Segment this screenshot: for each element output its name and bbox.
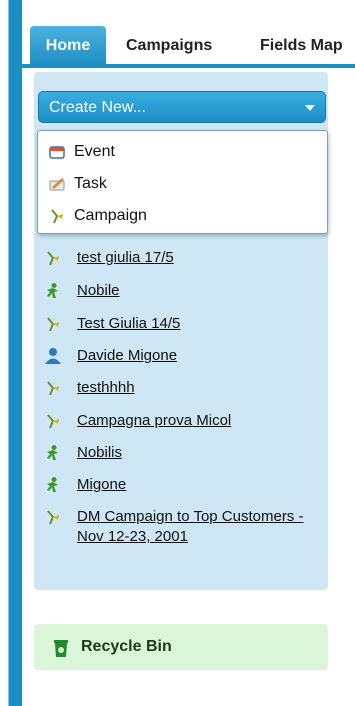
menu-item-label: Campaign [74,207,147,224]
create-new-label: Create New... [49,99,146,116]
sidebar-content: Home Campaigns Fields Map Create New... … [22,0,355,706]
recent-item-link[interactable]: DM Campaign to Top Customers - Nov 12-23… [77,507,313,547]
tab-home[interactable]: Home [30,26,106,66]
tab-underline [22,64,355,68]
menu-item-label: Task [74,175,107,192]
campaign-icon [47,414,59,429]
trash-icon [54,640,68,657]
left-accent-bar [0,0,22,706]
recent-item-link[interactable]: Davide Migone [77,346,313,366]
tab-bar: Home Campaigns Fields Map [22,26,355,66]
recent-item-link[interactable]: Campagna prova Micol [77,411,313,431]
lead-icon [47,445,58,460]
recent-item-link[interactable]: testhhhh [77,378,313,398]
recent-item-link[interactable]: Nobile [77,281,313,301]
tab-campaigns[interactable]: Campaigns [126,26,212,66]
campaign-icon [47,381,59,396]
contact-icon [45,348,61,364]
campaign-icon [51,209,63,224]
create-new-dropdown[interactable]: Create New... [38,91,326,123]
lead-icon [47,477,58,492]
calendar-icon [49,146,65,159]
recent-item-link[interactable]: Migone [77,475,313,495]
create-new-menu: Event Task Campaign [37,130,328,234]
task-pencil-icon [49,178,65,191]
recent-item-link[interactable]: test giulia 17/5 [77,248,313,268]
campaign-icon [47,251,59,266]
campaign-icon [47,317,59,332]
lead-icon [47,283,58,298]
menu-item-label: Event [74,143,115,160]
tab-fields-map[interactable]: Fields Map [260,26,343,66]
recycle-bin-label: Recycle Bin [81,638,172,655]
recent-item-link[interactable]: Nobilis [77,443,313,463]
campaign-icon [47,510,59,525]
recycle-bin[interactable]: Recycle Bin [34,624,328,670]
caret-down-icon [305,105,315,111]
recent-item-link[interactable]: Test Giulia 14/5 [77,314,313,334]
